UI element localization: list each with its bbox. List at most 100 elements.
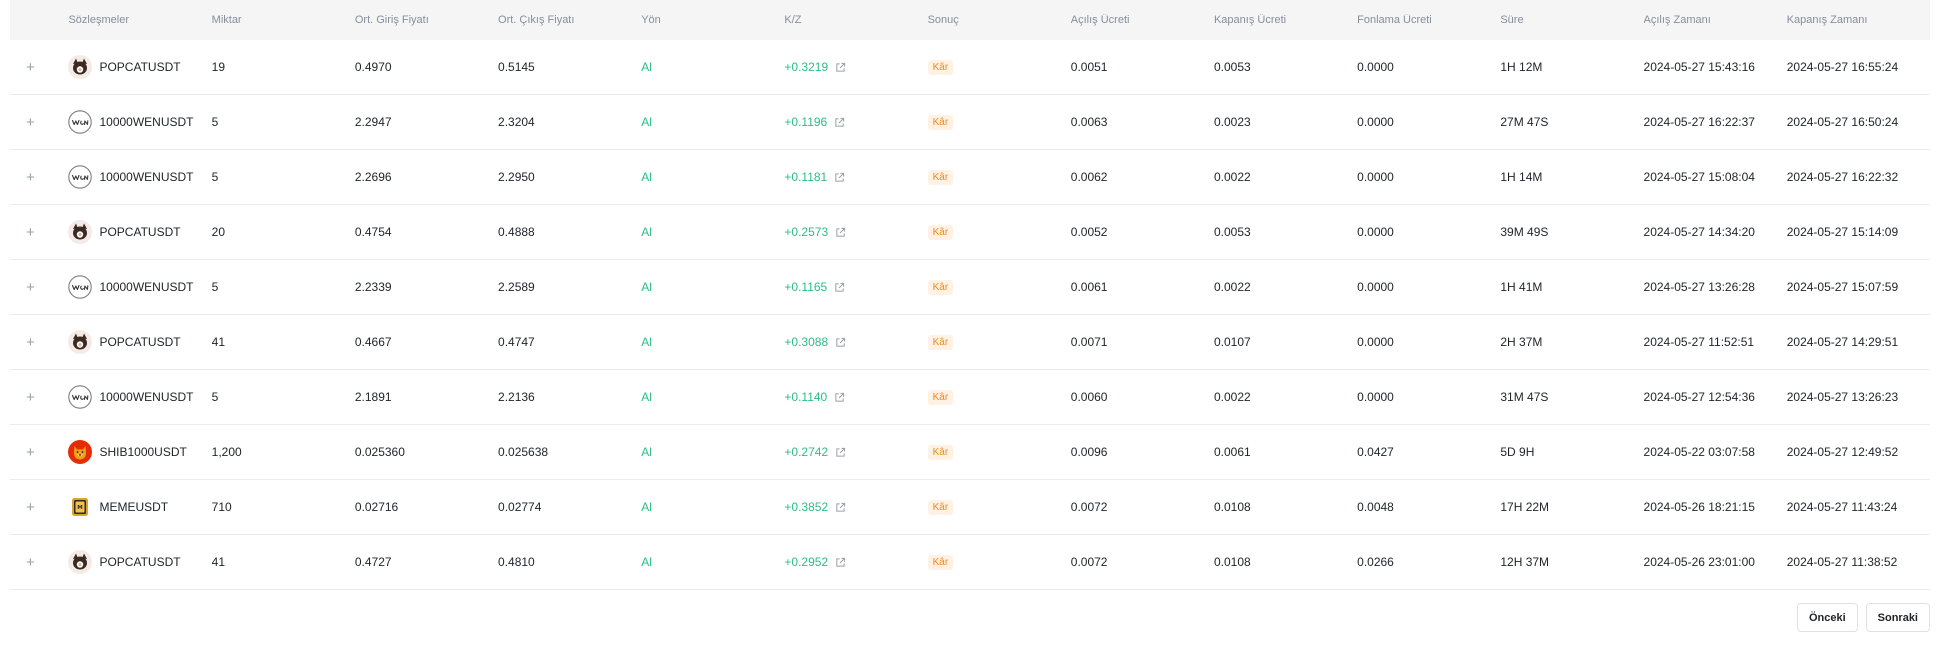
expand-plus-icon[interactable]: + [26, 335, 35, 350]
avg-exit-price: 2.2589 [498, 280, 535, 294]
avg-entry-price: 0.4754 [354, 225, 392, 239]
expand-plus-icon[interactable]: + [26, 60, 35, 75]
direction-cell: Al [641, 60, 784, 74]
header-direction: Yön [641, 14, 661, 26]
pnl-cell: +0.2952 [784, 555, 927, 569]
direction-cell: Al [641, 500, 784, 514]
pnl-value: +0.3088 [784, 335, 829, 349]
expand-plus-icon[interactable]: + [26, 500, 35, 515]
funding-fee: 0.0000 [1357, 390, 1394, 404]
next-page-button[interactable]: Sonraki [1865, 603, 1930, 632]
expand-plus-icon[interactable]: + [26, 170, 35, 185]
avg-entry-price: 0.4970 [354, 60, 392, 74]
popcat-coin-icon [68, 220, 93, 244]
external-link-icon[interactable] [834, 117, 845, 128]
result-cell: Kâr [927, 444, 1071, 460]
direction-cell: Al [641, 280, 784, 294]
duration-value: 17H 22M [1500, 500, 1550, 514]
header-pnl: K/Z [784, 14, 802, 26]
symbol-name: POPCATUSDT [99, 335, 181, 349]
close-fee: 0.0022 [1213, 280, 1251, 294]
expand-plus-icon[interactable]: + [26, 445, 35, 460]
popcat-coin-icon [68, 550, 93, 574]
pagination: Önceki Sonraki [1796, 603, 1930, 632]
avg-entry-price: 2.2947 [354, 115, 392, 129]
result-badge: Kâr [927, 445, 954, 460]
pnl-value: +0.1196 [784, 115, 828, 129]
duration-value: 1H 14M [1500, 170, 1543, 184]
expand-plus-icon[interactable]: + [26, 225, 35, 240]
funding-fee: 0.0000 [1357, 60, 1394, 74]
close-fee: 0.0108 [1213, 500, 1251, 514]
wen-coin-icon [68, 385, 93, 409]
external-link-icon[interactable] [835, 227, 846, 238]
symbol-name: 10000WENUSDT [99, 280, 194, 294]
table-row[interactable]: + POPCATUSDT 41 0.4667 0.4747 Al +0.3088… [10, 315, 1930, 370]
funding-fee: 0.0000 [1357, 225, 1394, 239]
expand-plus-icon[interactable]: + [26, 555, 35, 570]
avg-entry-price: 0.025360 [354, 445, 405, 459]
header-avg-exit-price: Ort. Çıkış Fiyatı [498, 14, 575, 26]
table-row[interactable]: + 10000WENUSDT 5 2.2947 2.3204 Al +0.119… [10, 95, 1930, 150]
result-badge: Kâr [927, 225, 954, 240]
table-row[interactable]: + POPCATUSDT 20 0.4754 0.4888 Al +0.2573… [10, 205, 1930, 260]
duration-value: 39M 49S [1500, 225, 1549, 239]
close-fee: 0.0053 [1213, 60, 1251, 74]
close-fee: 0.0107 [1213, 335, 1251, 349]
open-time: 2024-05-27 11:52:51 [1643, 335, 1755, 349]
table-row[interactable]: + POPCATUSDT 41 0.4727 0.4810 Al +0.2952… [10, 535, 1930, 590]
external-link-icon[interactable] [835, 502, 846, 513]
symbol-name: POPCATUSDT [99, 60, 181, 74]
close-fee: 0.0022 [1213, 390, 1251, 404]
close-time: 2024-05-27 11:38:52 [1786, 555, 1898, 569]
open-time: 2024-05-27 13:26:28 [1643, 280, 1755, 294]
symbol-name: SHIB1000USDT [99, 445, 187, 459]
quantity-value: 41 [211, 555, 226, 569]
external-link-icon[interactable] [835, 447, 846, 458]
expand-plus-icon[interactable]: + [26, 115, 35, 130]
symbol-cell: POPCATUSDT [68, 330, 211, 354]
pnl-cell: +0.3852 [784, 500, 927, 514]
close-time: 2024-05-27 11:43:24 [1786, 500, 1898, 514]
external-link-icon[interactable] [835, 62, 846, 73]
table-row[interactable]: + 10000WENUSDT 5 2.2696 2.2950 Al +0.118… [10, 150, 1930, 205]
open-fee: 0.0072 [1070, 555, 1108, 569]
external-link-icon[interactable] [834, 172, 845, 183]
avg-entry-price: 2.2696 [354, 170, 392, 184]
symbol-cell: 10000WENUSDT [68, 110, 211, 134]
direction-cell: Al [641, 225, 784, 239]
external-link-icon[interactable] [834, 392, 845, 403]
pnl-value: +0.2952 [784, 555, 829, 569]
open-fee: 0.0052 [1070, 225, 1108, 239]
close-time: 2024-05-27 12:49:52 [1786, 445, 1899, 459]
shib-coin-icon [68, 440, 93, 464]
table-row[interactable]: + 10000WENUSDT 5 2.1891 2.2136 Al +0.114… [10, 370, 1930, 425]
avg-entry-price: 0.4727 [354, 555, 392, 569]
previous-page-button[interactable]: Önceki [1796, 603, 1858, 632]
header-funding-fee: Fonlama Ücreti [1357, 14, 1432, 26]
table-row[interactable]: + M MEMEUSDT 710 0.02716 0.02774 Al +0.3… [10, 480, 1930, 535]
result-cell: Kâr [927, 499, 1071, 515]
pnl-value: +0.1140 [784, 390, 828, 404]
funding-fee: 0.0000 [1357, 170, 1394, 184]
external-link-icon[interactable] [835, 557, 846, 568]
result-badge: Kâr [927, 280, 954, 295]
direction-value: Al [641, 225, 652, 239]
wen-coin-icon [68, 165, 93, 189]
table-row[interactable]: + POPCATUSDT 19 0.4970 0.5145 Al +0.3219… [10, 40, 1930, 95]
expand-plus-icon[interactable]: + [26, 390, 35, 405]
external-link-icon[interactable] [834, 282, 845, 293]
avg-exit-price: 2.2950 [498, 170, 535, 184]
expand-plus-icon[interactable]: + [26, 280, 35, 295]
direction-cell: Al [641, 390, 784, 404]
table-row[interactable]: + 10000WENUSDT 5 2.2339 2.2589 Al +0.116… [10, 260, 1930, 315]
table-row[interactable]: + SHIB1000USDT 1,200 0.025360 0.025638 A… [10, 425, 1930, 480]
close-time: 2024-05-27 16:22:32 [1786, 170, 1899, 184]
external-link-icon[interactable] [835, 337, 846, 348]
avg-entry-price: 0.4667 [354, 335, 392, 349]
direction-value: Al [641, 170, 652, 184]
funding-fee: 0.0000 [1357, 280, 1394, 294]
close-fee: 0.0022 [1213, 170, 1251, 184]
quantity-value: 5 [211, 390, 219, 404]
table-body: + POPCATUSDT 19 0.4970 0.5145 Al +0.3219… [10, 40, 1930, 590]
